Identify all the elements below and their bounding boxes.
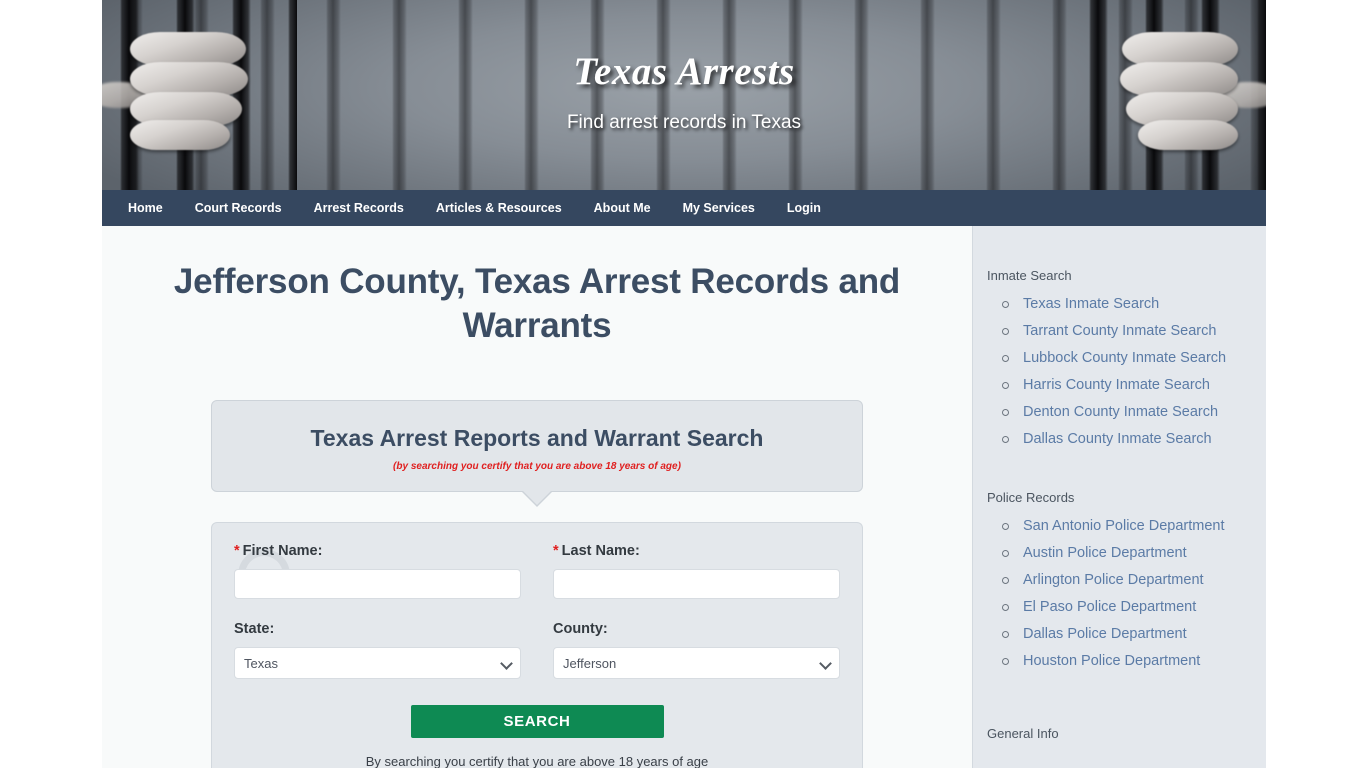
required-asterisk: *	[234, 543, 240, 559]
state-select-wrap: Texas	[234, 647, 521, 679]
last-name-label-text: Last Name:	[561, 543, 640, 559]
list-item: Dallas County Inmate Search	[999, 430, 1254, 448]
sidebar-link-dallas-pd[interactable]: Dallas Police Department	[1023, 626, 1187, 642]
sidebar-link-harris-inmate-search[interactable]: Harris County Inmate Search	[1023, 377, 1210, 393]
sidebar-link-dallas-inmate-search[interactable]: Dallas County Inmate Search	[1023, 431, 1212, 447]
sidebar-link-houston-pd[interactable]: Houston Police Department	[1023, 653, 1200, 669]
county-select[interactable]: Jefferson	[553, 647, 840, 679]
first-name-input[interactable]	[234, 569, 521, 599]
page-title: Jefferson County, Texas Arrest Records a…	[173, 262, 901, 345]
location-fields-row: State: Texas County: Jefferson	[234, 621, 840, 679]
county-label: County:	[553, 621, 608, 637]
search-button[interactable]: SEARCH	[410, 705, 664, 738]
list-item: Denton County Inmate Search	[999, 403, 1254, 421]
list-item: Austin Police Department	[999, 544, 1254, 562]
nav-item-court-records[interactable]: Court Records	[179, 190, 298, 226]
site-tagline: Find arrest records in Texas	[566, 111, 802, 133]
last-name-field-group: * Last Name:	[553, 543, 840, 599]
main-content: Jefferson County, Texas Arrest Records a…	[102, 226, 972, 768]
widget-title-police-records: Police Records	[987, 490, 1075, 505]
sidebar-link-austin-pd[interactable]: Austin Police Department	[1023, 545, 1187, 561]
list-item: Dallas Police Department	[999, 625, 1254, 643]
widget-general-info: General Info	[985, 726, 1254, 741]
county-field-group: County: Jefferson	[553, 621, 840, 679]
state-select[interactable]: Texas	[234, 647, 521, 679]
nav-item-login[interactable]: Login	[771, 190, 837, 226]
list-item: Tarrant County Inmate Search	[999, 322, 1254, 340]
widget-title-general-info: General Info	[987, 726, 1059, 741]
sidebar-link-san-antonio-pd[interactable]: San Antonio Police Department	[1023, 518, 1225, 534]
police-records-link-list: San Antonio Police Department Austin Pol…	[985, 517, 1254, 670]
nav-item-articles-resources[interactable]: Articles & Resources	[420, 190, 578, 226]
first-name-label: * First Name:	[234, 543, 521, 559]
state-field-group: State: Texas	[234, 621, 521, 679]
site-title: Texas Arrests	[573, 50, 795, 93]
list-item: Lubbock County Inmate Search	[999, 349, 1254, 367]
body-wrapper: Jefferson County, Texas Arrest Records a…	[102, 226, 1266, 768]
list-item: Arlington Police Department	[999, 571, 1254, 589]
widget-title-inmate-search: Inmate Search	[987, 268, 1072, 283]
nav-item-my-services[interactable]: My Services	[667, 190, 771, 226]
county-select-wrap: Jefferson	[553, 647, 840, 679]
sidebar-link-tarrant-inmate-search[interactable]: Tarrant County Inmate Search	[1023, 323, 1216, 339]
callout-age-disclaimer: (by searching you certify that you are a…	[393, 461, 681, 472]
list-item: El Paso Police Department	[999, 598, 1254, 616]
search-button-wrap: SEARCH	[234, 705, 840, 738]
list-item: Houston Police Department	[999, 652, 1254, 670]
main-navigation: Home Court Records Arrest Records Articl…	[102, 190, 1266, 226]
site-banner: Texas Arrests Find arrest records in Tex…	[102, 0, 1266, 190]
search-callout-box: Texas Arrest Reports and Warrant Search …	[211, 400, 863, 507]
widget-inmate-search: Inmate Search Texas Inmate Search Tarran…	[985, 268, 1254, 448]
list-item: San Antonio Police Department	[999, 517, 1254, 535]
sidebar: Inmate Search Texas Inmate Search Tarran…	[972, 226, 1266, 768]
sidebar-link-lubbock-inmate-search[interactable]: Lubbock County Inmate Search	[1023, 350, 1226, 366]
callout-title: Texas Arrest Reports and Warrant Search	[310, 425, 764, 451]
nav-item-home[interactable]: Home	[112, 190, 179, 226]
banner-text-block: Texas Arrests Find arrest records in Tex…	[102, 50, 1266, 134]
state-label: State:	[234, 621, 275, 637]
age-certification-note: By searching you certify that you are ab…	[365, 754, 709, 768]
required-asterisk: *	[553, 543, 559, 559]
arrest-search-form: * First Name: * Last Name: State: Texas …	[211, 522, 863, 768]
sidebar-link-texas-inmate-search[interactable]: Texas Inmate Search	[1023, 296, 1159, 312]
site-wrapper: Texas Arrests Find arrest records in Tex…	[102, 0, 1266, 768]
sidebar-link-el-paso-pd[interactable]: El Paso Police Department	[1023, 599, 1196, 615]
inmate-search-link-list: Texas Inmate Search Tarrant County Inmat…	[985, 295, 1254, 448]
first-name-label-text: First Name:	[242, 543, 323, 559]
last-name-label: * Last Name:	[553, 543, 840, 559]
nav-item-about-me[interactable]: About Me	[578, 190, 667, 226]
widget-police-records: Police Records San Antonio Police Depart…	[985, 490, 1254, 670]
first-name-field-group: * First Name:	[234, 543, 521, 599]
list-item: Texas Inmate Search	[999, 295, 1254, 313]
sidebar-link-denton-inmate-search[interactable]: Denton County Inmate Search	[1023, 404, 1218, 420]
last-name-input[interactable]	[553, 569, 840, 599]
nav-item-arrest-records[interactable]: Arrest Records	[298, 190, 420, 226]
page-root: Texas Arrests Find arrest records in Tex…	[0, 0, 1366, 768]
name-fields-row: * First Name: * Last Name:	[234, 543, 840, 599]
sidebar-link-arlington-pd[interactable]: Arlington Police Department	[1023, 572, 1204, 588]
list-item: Harris County Inmate Search	[999, 376, 1254, 394]
